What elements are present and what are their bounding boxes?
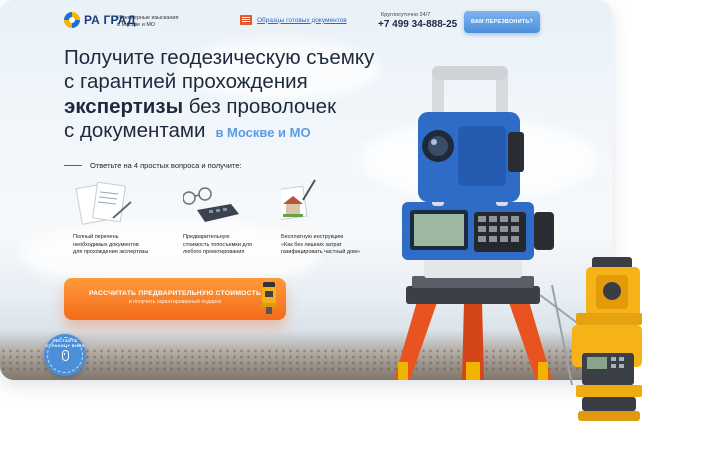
house-photo-icon xyxy=(274,178,391,228)
total-station-icon xyxy=(539,257,642,421)
headline-line: Получите геодезическую съемку xyxy=(64,46,375,69)
feature-text: необходимых документов xyxy=(73,241,139,248)
phone-number[interactable]: +7 499 34-888-25 xyxy=(378,19,457,30)
cta-sublabel: и получить гарантированный подарок xyxy=(128,299,222,305)
badge-text: ЛИСТАЙТЕ СТРАНИЦУ ВНИЗ xyxy=(45,338,85,348)
page-title: Получите геодезическую съемку с гарантие… xyxy=(64,46,424,145)
calculator-glasses-icon xyxy=(182,178,293,228)
headline-text: с документами xyxy=(64,118,206,142)
headline-line: с документами в Москве и МО xyxy=(64,119,424,145)
headline-rest: без проволочек xyxy=(183,94,337,118)
tagline-line: Инженерные изыскания xyxy=(117,15,179,21)
mouse-scroll-icon xyxy=(61,349,69,361)
scroll-down-badge[interactable]: ЛИСТАЙТЕ СТРАНИЦУ ВНИЗ xyxy=(44,334,86,376)
cta-label: РАССЧИТАТЬ ПРЕДВАРИТЕЛЬНУЮ СТОИМОСТЬ xyxy=(88,290,262,297)
tagline: Инженерные изыскания в Москве и МО xyxy=(117,15,197,29)
documents-stack-icon xyxy=(73,178,183,228)
feature-text: Полный перечень xyxy=(73,234,119,240)
feature-text: для прохождения экспертизы xyxy=(73,249,149,255)
headline-line: экспертизы без проволочек xyxy=(64,95,424,119)
feature-text: Предварительную xyxy=(183,234,230,240)
headline-bold: экспертизы xyxy=(64,94,184,118)
document-icon xyxy=(240,15,252,25)
feature-item: Предварительную стоимость топосъемки для… xyxy=(182,178,293,257)
quiz-lead: Ответьте на 4 простых вопроса и получите… xyxy=(90,161,242,170)
divider xyxy=(64,165,82,166)
samples-link[interactable]: Образцы готовых документов xyxy=(257,17,347,24)
headline-line: с гарантией прохождения xyxy=(64,70,308,94)
location-label: в Москве и МО xyxy=(215,124,311,140)
tagline-line: в Москве и МО xyxy=(117,22,156,28)
feature-text: газифицировать частный дом» xyxy=(281,249,361,255)
feature-text: любого проектирования xyxy=(183,249,245,255)
calculate-cost-button[interactable]: РАССЧИТАТЬ ПРЕДВАРИТЕЛЬНУЮ СТОИМОСТЬ и п… xyxy=(64,278,286,320)
samples-link-group[interactable]: Образцы готовых документов xyxy=(240,15,347,25)
hero-card: РА ГРАД Инженерные изыскания в Москве и … xyxy=(0,0,612,380)
working-hours: Круглосуточно 24/7 xyxy=(381,12,431,18)
callback-button[interactable]: ВАМ ПЕРЕЗВОНИТЬ? xyxy=(464,11,540,33)
feature-item: Бесплатную инструкцию «Как без лишних за… xyxy=(274,178,391,257)
feature-text: Бесплатную инструкцию xyxy=(281,234,344,240)
feature-item: Полный перечень необходимых документов д… xyxy=(73,178,183,257)
feature-text: «Как без лишних затрат xyxy=(281,241,342,248)
total-station-icon xyxy=(261,282,277,314)
feature-text: стоимость топосъемки для xyxy=(183,241,252,248)
logo-mark-icon xyxy=(64,12,80,28)
